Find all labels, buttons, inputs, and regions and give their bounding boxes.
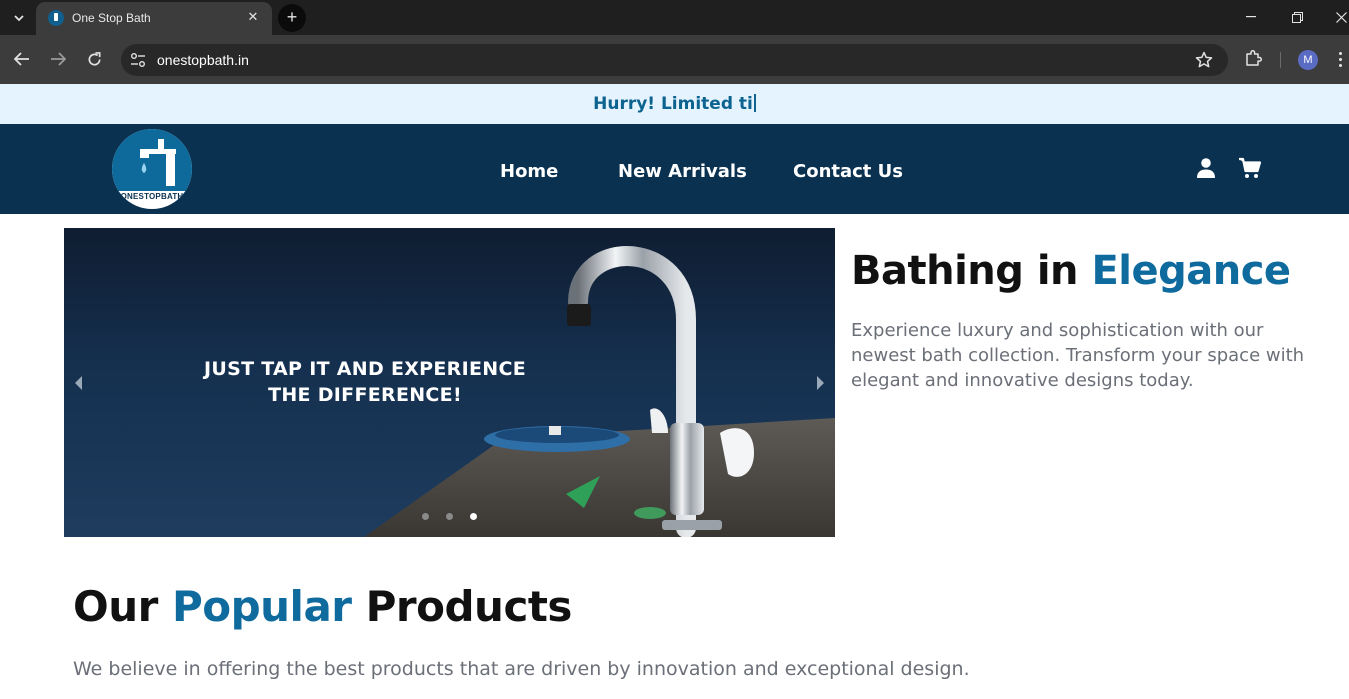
extensions-puzzle-icon[interactable] xyxy=(1244,48,1266,70)
carousel-prev-arrow-icon[interactable] xyxy=(72,374,86,394)
hero-heading: Bathing in Elegance xyxy=(851,248,1291,294)
new-tab-button[interactable]: + xyxy=(278,4,306,32)
nav-link-new-arrivals[interactable]: New Arrivals xyxy=(618,161,747,182)
shopping-cart-icon[interactable] xyxy=(1238,157,1262,181)
browser-toolbar: onestopbath.in M xyxy=(0,35,1349,84)
popular-products-description: We believe in offering the best products… xyxy=(73,658,970,680)
site-info-icon[interactable] xyxy=(129,51,147,69)
nav-link-home[interactable]: Home xyxy=(500,161,558,182)
toolbar-divider xyxy=(1280,52,1281,68)
site-logo[interactable]: ONESTOPBATH xyxy=(112,129,192,209)
browser-tab-strip: One Stop Bath ✕ + xyxy=(0,0,1349,35)
close-window-icon[interactable] xyxy=(1328,5,1349,29)
logo-text: ONESTOPBATH xyxy=(120,192,184,201)
address-bar[interactable]: onestopbath.in xyxy=(121,44,1228,76)
tab-title: One Stop Bath xyxy=(72,11,151,25)
carousel-next-arrow-icon[interactable] xyxy=(815,374,829,394)
back-arrow-icon[interactable] xyxy=(10,47,34,71)
hero-carousel[interactable]: JUST TAP IT AND EXPERIENCE THE DIFFERENC… xyxy=(64,228,835,537)
forward-arrow-icon[interactable] xyxy=(46,47,70,71)
bookmark-star-icon[interactable] xyxy=(1194,50,1214,70)
carousel-dot-3[interactable] xyxy=(470,513,477,520)
nav-link-contact-us[interactable]: Contact Us xyxy=(793,161,903,182)
browser-tab[interactable]: One Stop Bath ✕ xyxy=(36,2,272,35)
close-tab-icon[interactable]: ✕ xyxy=(244,8,262,26)
typing-cursor xyxy=(753,94,756,112)
browser-menu-icon[interactable] xyxy=(1336,49,1344,71)
popular-products-heading: Our Popular Products xyxy=(73,582,572,631)
carousel-dot-2[interactable] xyxy=(446,513,453,520)
faucet-logo-icon xyxy=(140,139,176,186)
reload-icon[interactable] xyxy=(82,47,106,71)
minimize-window-icon[interactable] xyxy=(1238,5,1264,29)
announcement-text: Hurry! Limited ti xyxy=(593,94,756,114)
hero-description: Experience luxury and sophistication wit… xyxy=(851,320,1305,391)
restore-window-icon[interactable] xyxy=(1284,5,1310,29)
profile-avatar[interactable]: M xyxy=(1298,50,1318,70)
user-account-icon[interactable] xyxy=(1195,157,1219,181)
site-navbar: ONESTOPBATH Home New Arrivals Contact Us xyxy=(0,124,1349,214)
url-text[interactable]: onestopbath.in xyxy=(157,52,249,68)
carousel-dot-1[interactable] xyxy=(422,513,429,520)
hero-caption: JUST TAP IT AND EXPERIENCE THE DIFFERENC… xyxy=(204,358,526,406)
tab-search-chevron-icon[interactable] xyxy=(8,7,30,29)
site-favicon-icon xyxy=(48,10,64,26)
announcement-bar: Hurry! Limited ti xyxy=(0,84,1349,124)
